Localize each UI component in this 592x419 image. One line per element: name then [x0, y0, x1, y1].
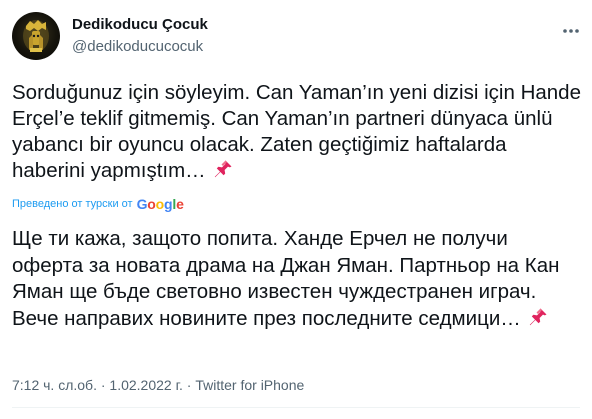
tweet-time[interactable]: 7:12 ч. сл.об.: [12, 377, 97, 393]
author-handle[interactable]: @dedikoducucocuk: [72, 37, 208, 57]
author-info: Dedikoducu Çocuk @dedikoducucocuk: [72, 15, 208, 57]
original-text-body: Sorduğunuz için söyleyim. Can Yaman’ın y…: [12, 81, 581, 182]
tweet-translated-text: Ще ти кажа, защото попита. Ханде Ерчел н…: [12, 226, 582, 332]
translated-by-link[interactable]: Преведено от турски от Google: [12, 196, 184, 212]
meta-separator: ·: [182, 377, 196, 393]
author-display-name[interactable]: Dedikoducu Çocuk: [72, 15, 208, 35]
translated-text-body: Ще ти кажа, защото попита. Ханде Ерчел н…: [12, 227, 560, 330]
tweet-meta: 7:12 ч. сл.об. · 1.02.2022 г. · Twitter …: [12, 376, 304, 394]
meta-separator: ·: [96, 377, 110, 393]
google-logo: Google: [136, 196, 184, 212]
pushpin-icon: [527, 306, 549, 328]
pushpin-icon: [212, 158, 234, 180]
tweet-original-text: Sorduğunuz için söyleyim. Can Yaman’ın y…: [12, 80, 582, 184]
divider: [12, 407, 580, 408]
more-options-icon[interactable]: [560, 20, 582, 42]
tweet-date[interactable]: 1.02.2022 г.: [109, 377, 182, 393]
lion-avatar-image: [23, 20, 49, 52]
translated-by-label: Преведено от турски от: [12, 198, 133, 210]
avatar[interactable]: [12, 12, 60, 60]
tweet-source[interactable]: Twitter for iPhone: [195, 377, 304, 393]
tweet: Dedikoducu Çocuk @dedikoducucocuk Sorduğ…: [0, 0, 592, 419]
